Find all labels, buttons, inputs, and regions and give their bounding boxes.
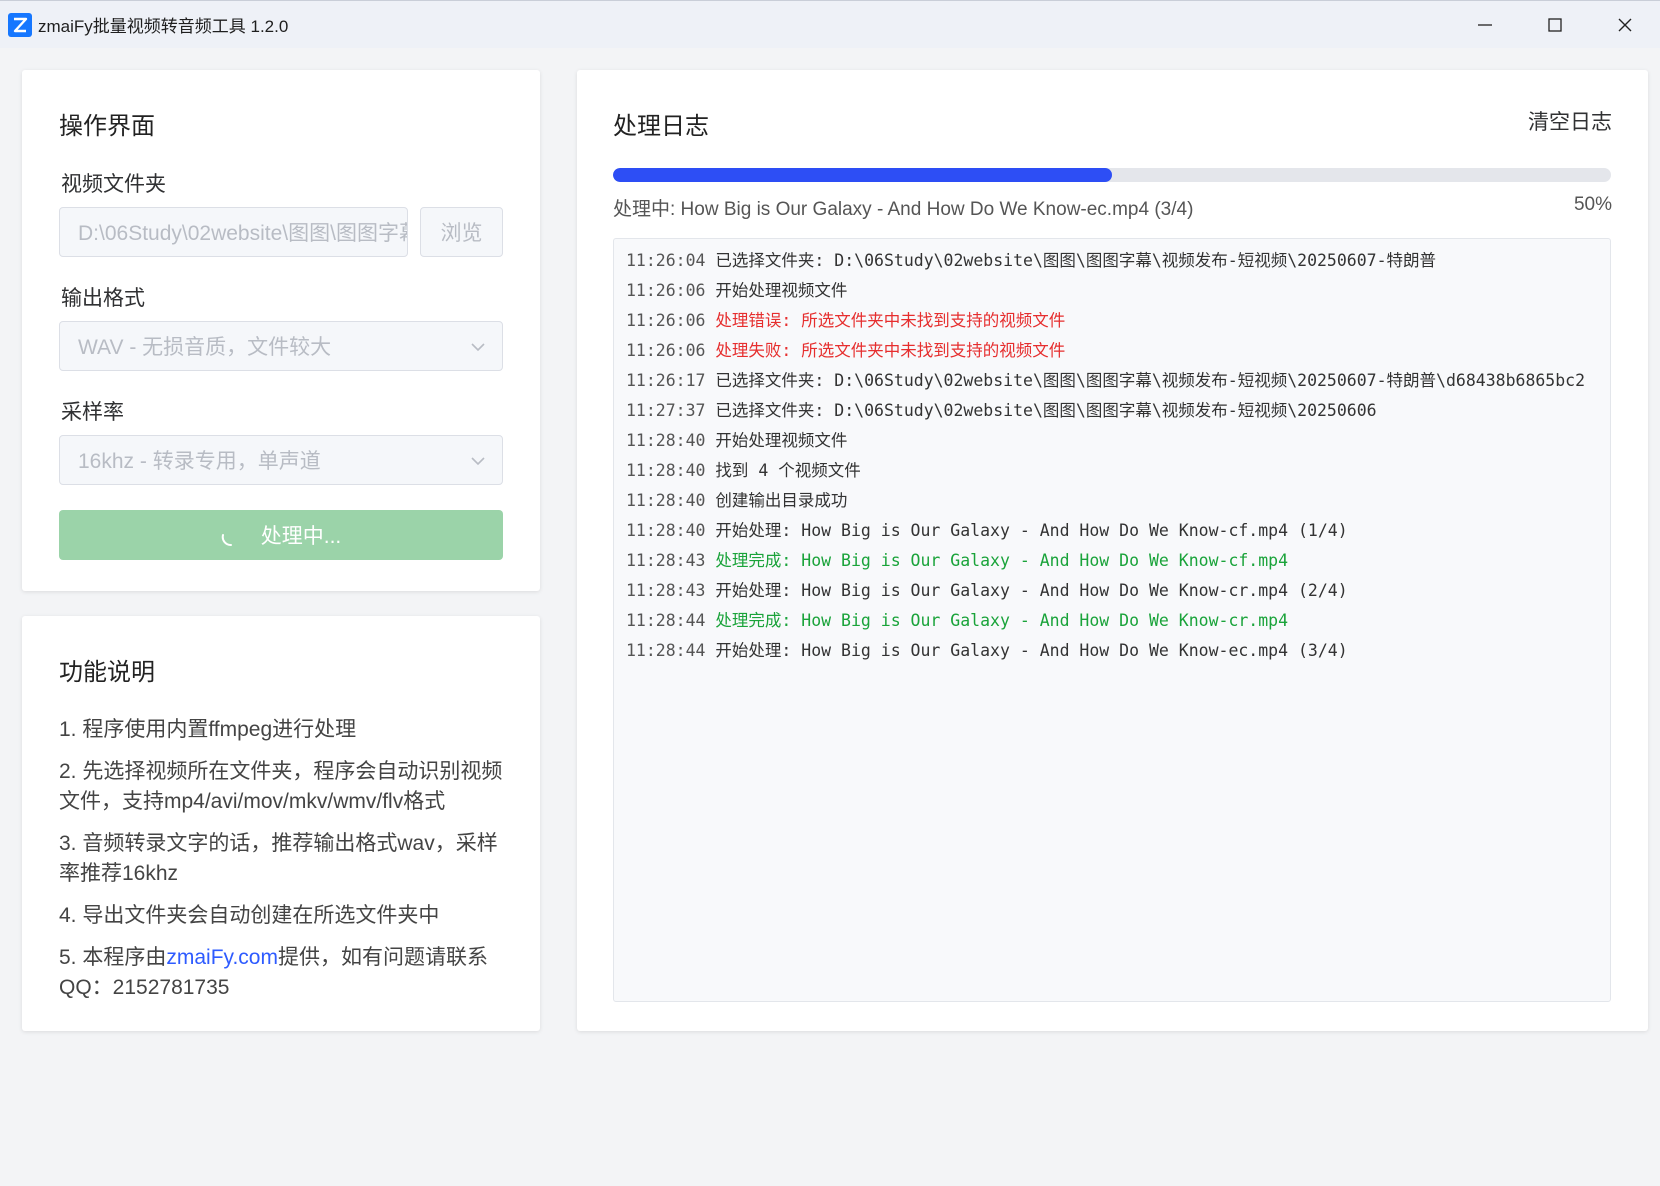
log-entry: 11:28:40 开始处理: How Big is Our Galaxy - A… bbox=[626, 519, 1598, 543]
log-entry-message: 处理错误: 所选文件夹中未找到支持的视频文件 bbox=[715, 311, 1066, 330]
progress-bar-fill bbox=[613, 168, 1112, 182]
log-entry: 11:28:40 开始处理视频文件 bbox=[626, 429, 1598, 453]
close-icon bbox=[1618, 18, 1632, 32]
log-entry: 11:26:06 处理错误: 所选文件夹中未找到支持的视频文件 bbox=[626, 309, 1598, 333]
browse-button[interactable]: 浏览 bbox=[420, 207, 503, 257]
sample-rate-select-value: 16khz - 转录专用，单声道 bbox=[78, 450, 321, 473]
chevron-down-icon bbox=[471, 457, 485, 466]
log-entry-message: 找到 4 个视频文件 bbox=[715, 461, 861, 480]
progress-status-text: 处理中: How Big is Our Galaxy - And How Do … bbox=[613, 199, 1194, 220]
close-button[interactable] bbox=[1590, 1, 1660, 49]
log-entry-message: 开始处理: How Big is Our Galaxy - And How Do… bbox=[715, 641, 1348, 660]
format-select-value: WAV - 无损音质，文件较大 bbox=[78, 336, 332, 359]
instruction-item: 1. 程序使用内置ffmpeg进行处理 bbox=[59, 718, 357, 741]
instructions-list: 1. 程序使用内置ffmpeg进行处理 2. 先选择视频所在文件夹，程序会自动识… bbox=[59, 715, 509, 1015]
log-entry-time: 11:26:04 bbox=[626, 251, 706, 270]
log-entry-message: 已选择文件夹: D:\06Study\02website\图图\图图字幕\视频发… bbox=[715, 401, 1377, 420]
log-entry-message: 创建输出目录成功 bbox=[715, 491, 848, 510]
folder-input[interactable]: D:\06Study\02website\图图\图图字幕\视频发布-短视频\20… bbox=[59, 207, 408, 257]
maximize-icon bbox=[1548, 18, 1562, 32]
window-controls bbox=[1450, 1, 1660, 49]
process-button[interactable]: 处理中... bbox=[59, 510, 503, 560]
instruction-item: 2. 先选择视频所在文件夹，程序会自动识别视频文件，支持mp4/avi/mov/… bbox=[59, 760, 503, 813]
log-entry: 11:28:43 开始处理: How Big is Our Galaxy - A… bbox=[626, 579, 1598, 603]
log-entry-time: 11:28:43 bbox=[626, 551, 706, 570]
log-entry: 11:26:06 开始处理视频文件 bbox=[626, 279, 1598, 303]
log-entry: 11:28:44 开始处理: How Big is Our Galaxy - A… bbox=[626, 639, 1598, 663]
log-entry-time: 11:28:44 bbox=[626, 641, 706, 660]
maximize-button[interactable] bbox=[1520, 1, 1590, 49]
log-entry-time: 11:28:40 bbox=[626, 461, 706, 480]
log-entry: 11:28:40 创建输出目录成功 bbox=[626, 489, 1598, 513]
log-entry: 11:26:17 已选择文件夹: D:\06Study\02website\图图… bbox=[626, 369, 1598, 393]
minimize-icon bbox=[1478, 24, 1492, 26]
log-entry-time: 11:28:44 bbox=[626, 611, 706, 630]
app-logo-icon bbox=[8, 12, 32, 37]
format-label: 输出格式 bbox=[61, 287, 145, 310]
log-output[interactable]: 11:26:04 已选择文件夹: D:\06Study\02website\图图… bbox=[613, 238, 1611, 1002]
log-entry-time: 11:26:06 bbox=[626, 341, 706, 360]
window-title: zmaiFy批量视频转音频工具 1.2.0 bbox=[38, 17, 289, 36]
progress-bar bbox=[613, 168, 1611, 182]
log-entry-time: 11:26:06 bbox=[626, 311, 706, 330]
log-entry: 11:26:06 处理失败: 所选文件夹中未找到支持的视频文件 bbox=[626, 339, 1598, 363]
log-entry-time: 11:26:06 bbox=[626, 281, 706, 300]
operation-panel: 操作界面 视频文件夹 D:\06Study\02website\图图\图图字幕\… bbox=[22, 70, 540, 591]
instruction-item: 5. 本程序由zmaiFy.com提供，如有问题请联系QQ：2152781735 bbox=[59, 943, 509, 1003]
format-select[interactable]: WAV - 无损音质，文件较大 bbox=[59, 321, 503, 371]
log-entry-message: 开始处理: How Big is Our Galaxy - And How Do… bbox=[715, 581, 1348, 600]
sample-rate-select[interactable]: 16khz - 转录专用，单声道 bbox=[59, 435, 503, 485]
instruction-item: 4. 导出文件夹会自动创建在所选文件夹中 bbox=[59, 904, 440, 927]
folder-label: 视频文件夹 bbox=[61, 173, 166, 196]
log-entry: 11:28:44 处理完成: How Big is Our Galaxy - A… bbox=[626, 609, 1598, 633]
instructions-title: 功能说明 bbox=[59, 659, 155, 686]
log-title: 处理日志 bbox=[613, 113, 709, 140]
instruction-item-5-prefix: 5. 本程序由 bbox=[59, 946, 167, 969]
loading-spinner-icon bbox=[221, 534, 232, 546]
log-entry-message: 开始处理视频文件 bbox=[715, 431, 848, 450]
log-entry: 11:26:04 已选择文件夹: D:\06Study\02website\图图… bbox=[626, 249, 1598, 273]
operation-title: 操作界面 bbox=[59, 113, 155, 140]
clear-log-button[interactable]: 清空日志 bbox=[1528, 106, 1612, 136]
log-entry-message: 已选择文件夹: D:\06Study\02website\图图\图图字幕\视频发… bbox=[715, 251, 1437, 270]
log-entry-message: 处理完成: How Big is Our Galaxy - And How Do… bbox=[715, 551, 1289, 570]
instruction-item: 3. 音频转录文字的话，推荐输出格式wav，采样率推荐16khz bbox=[59, 832, 498, 885]
log-entry: 11:28:43 处理完成: How Big is Our Galaxy - A… bbox=[626, 549, 1598, 573]
app-window: zmaiFy批量视频转音频工具 1.2.0 操作界面 视频文件夹 D:\06St… bbox=[0, 0, 1660, 1186]
instructions-panel: 功能说明 1. 程序使用内置ffmpeg进行处理 2. 先选择视频所在文件夹，程… bbox=[22, 616, 540, 1031]
website-link[interactable]: zmaiFy.com bbox=[166, 946, 278, 969]
chevron-down-icon bbox=[471, 343, 485, 352]
log-entry-message: 已选择文件夹: D:\06Study\02website\图图\图图字幕\视频发… bbox=[715, 371, 1586, 390]
log-entry-time: 11:28:40 bbox=[626, 521, 706, 540]
log-entry-message: 开始处理: How Big is Our Galaxy - And How Do… bbox=[715, 521, 1348, 540]
log-entry-message: 处理完成: How Big is Our Galaxy - And How Do… bbox=[715, 611, 1289, 630]
title-bar[interactable]: zmaiFy批量视频转音频工具 1.2.0 bbox=[0, 0, 1660, 48]
rate-label: 采样率 bbox=[61, 401, 124, 424]
process-button-label: 处理中... bbox=[260, 525, 342, 548]
minimize-button[interactable] bbox=[1450, 1, 1520, 49]
log-panel: 处理日志 清空日志 处理中: How Big is Our Galaxy - A… bbox=[577, 70, 1648, 1031]
log-entry-time: 11:26:17 bbox=[626, 371, 706, 390]
log-entry-message: 开始处理视频文件 bbox=[715, 281, 848, 300]
progress-percent: 50% bbox=[1573, 194, 1612, 215]
log-entry: 11:27:37 已选择文件夹: D:\06Study\02website\图图… bbox=[626, 399, 1598, 423]
log-entry: 11:28:40 找到 4 个视频文件 bbox=[626, 459, 1598, 483]
log-entry-time: 11:28:43 bbox=[626, 581, 706, 600]
log-entry-time: 11:27:37 bbox=[626, 401, 706, 420]
log-entry-time: 11:28:40 bbox=[626, 491, 706, 510]
log-entry-message: 处理失败: 所选文件夹中未找到支持的视频文件 bbox=[715, 341, 1066, 360]
log-entry-time: 11:28:40 bbox=[626, 431, 706, 450]
